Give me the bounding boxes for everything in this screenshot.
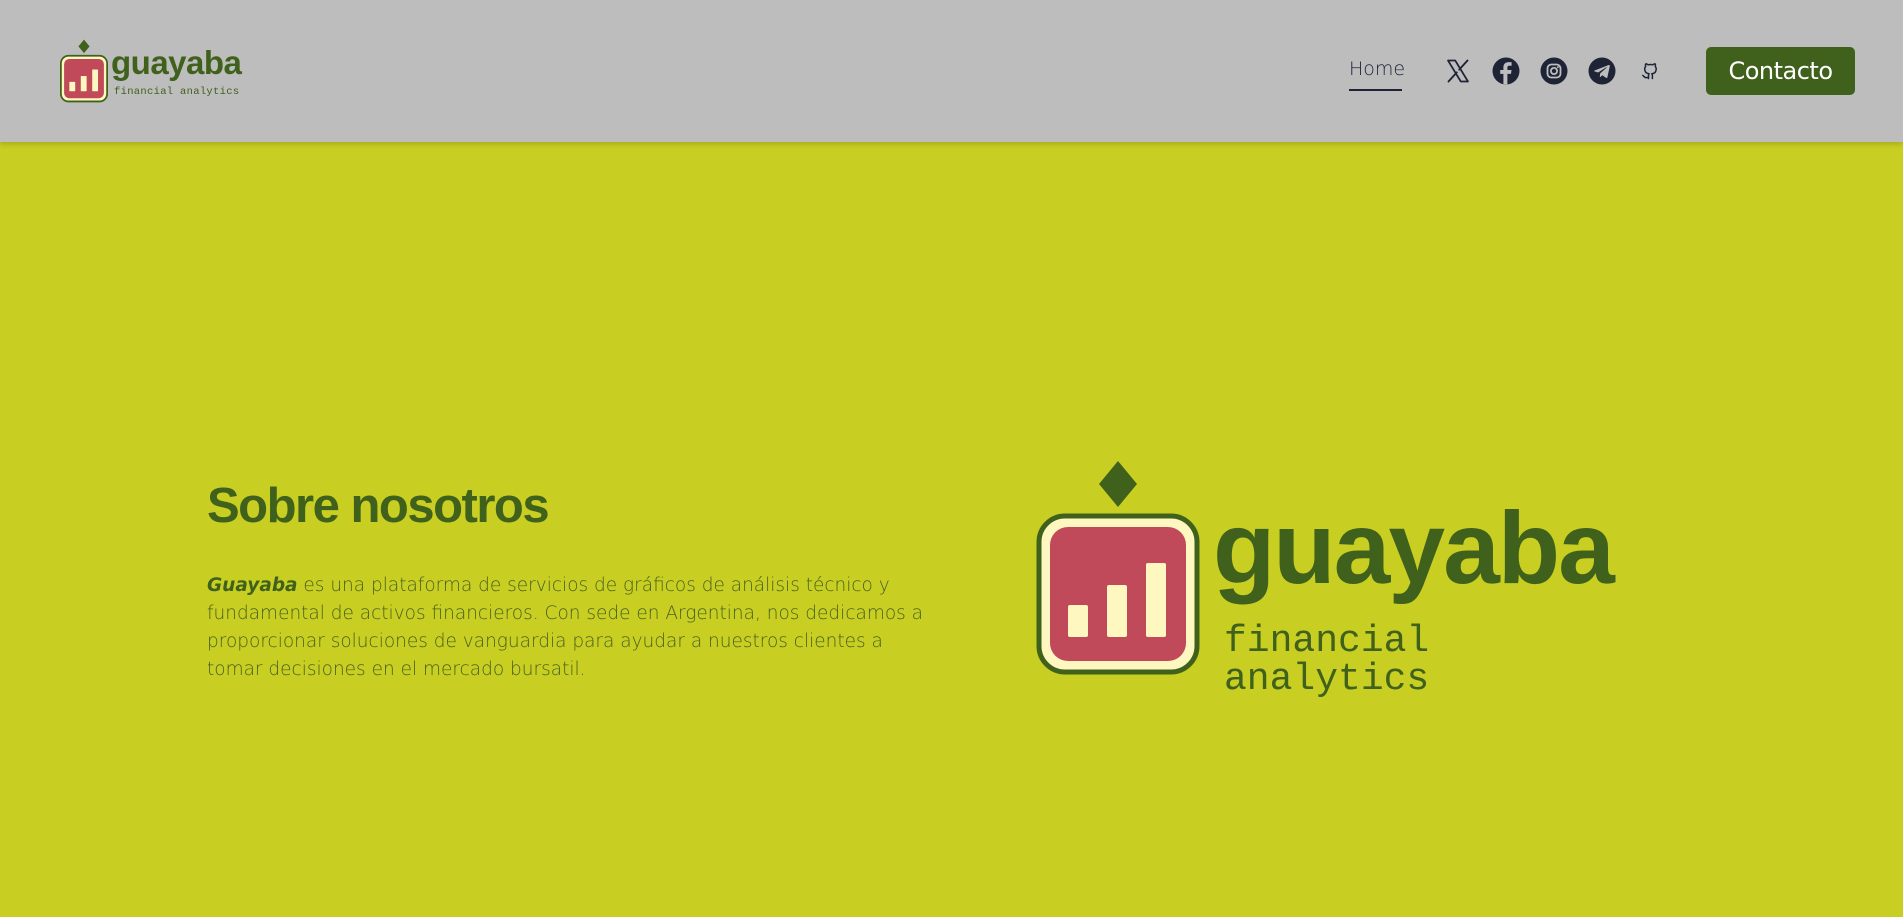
about-body-text: es una plataforma de servicios de gráfic… <box>207 575 924 680</box>
about-title: Sobre nosotros <box>207 479 550 533</box>
nav-link-home[interactable]: Home <box>1349 58 1405 80</box>
contact-button[interactable]: Contacto <box>1706 47 1855 95</box>
about-description: Guayaba es una plataforma de servicios d… <box>207 572 927 684</box>
x-icon <box>1447 59 1469 83</box>
guayaba-logo-icon <box>60 39 108 103</box>
facebook-social-link[interactable] <box>1492 57 1520 85</box>
github-icon <box>1642 63 1657 80</box>
hero-logo-wordmark: guayaba <box>1213 491 1615 605</box>
nav-home-active-underline <box>1349 89 1402 91</box>
x-social-link[interactable] <box>1444 57 1472 85</box>
hero-logo-tagline: financial analytics <box>1224 620 1430 701</box>
guayaba-logo-icon <box>1036 461 1200 675</box>
about-company-name: Guayaba <box>207 575 298 596</box>
hero-logo: guayaba financial analytics <box>1036 461 1636 699</box>
header-logo[interactable]: guayaba financial analytics <box>60 39 250 105</box>
github-social-link[interactable] <box>1636 57 1664 85</box>
header-logo-tagline: financial analytics <box>114 86 240 98</box>
instagram-icon <box>1540 57 1568 85</box>
site-header: guayaba financial analytics Home Contact… <box>0 0 1903 142</box>
telegram-icon <box>1588 57 1616 85</box>
telegram-social-link[interactable] <box>1588 57 1616 85</box>
header-logo-wordmark: guayaba <box>111 44 242 81</box>
instagram-social-link[interactable] <box>1540 57 1568 85</box>
facebook-icon <box>1492 57 1520 85</box>
